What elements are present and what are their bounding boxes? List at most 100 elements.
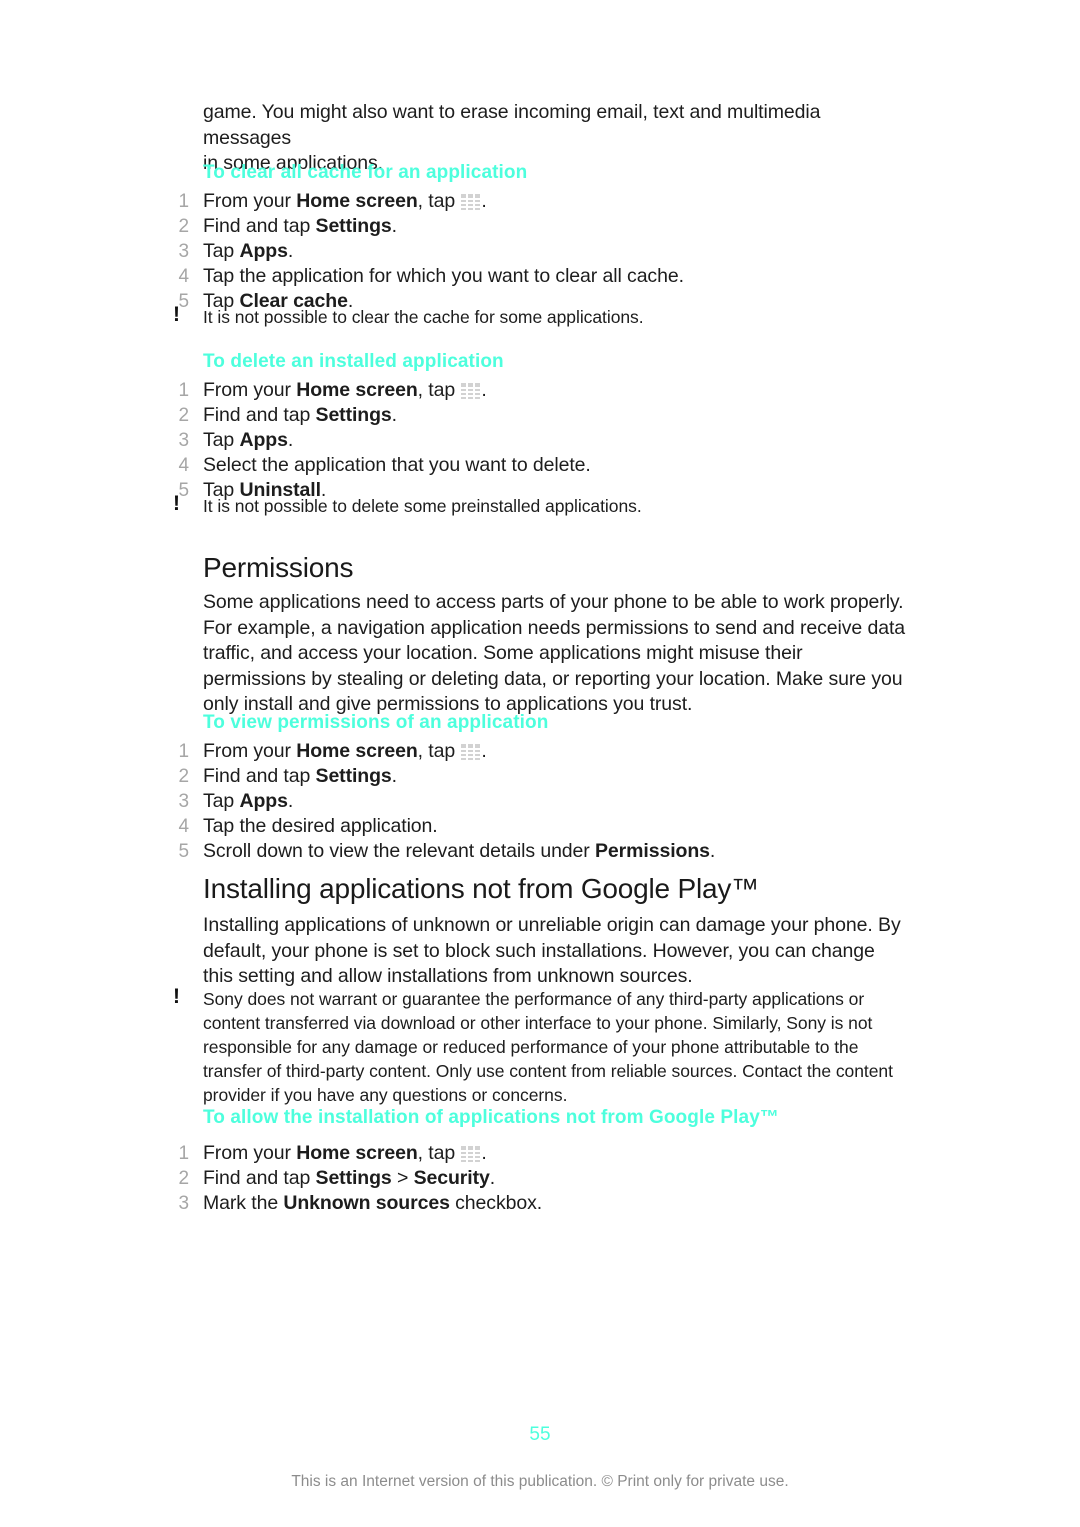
- step-number: 3: [178, 1193, 190, 1214]
- step-number: 1: [178, 1143, 190, 1164]
- step-item: 3 Tap Apps.: [170, 239, 910, 264]
- step-text: Select the application that you want to …: [203, 454, 591, 476]
- step-number: 3: [178, 430, 190, 451]
- step-text-mid: , tap: [417, 190, 461, 212]
- step-text: Tap the application for which you want t…: [203, 265, 684, 287]
- step-text: From your: [203, 740, 297, 762]
- intro-line-1: game. You might also want to erase incom…: [203, 101, 821, 149]
- step-bold: Home screen: [296, 1142, 418, 1164]
- section-title-installing-apps: Installing applications not from Google …: [203, 873, 759, 904]
- step-text: Find and tap: [203, 1167, 316, 1189]
- step-item: 1 From your Home screen, tap .: [170, 739, 910, 764]
- step-number: 2: [178, 766, 190, 787]
- app-drawer-icon: [461, 744, 481, 760]
- permissions-body: Some applications need to access parts o…: [203, 591, 906, 715]
- step-item: 2 Find and tap Settings.: [170, 764, 910, 789]
- step-text: Tap: [203, 240, 240, 262]
- step-bold: Home screen: [296, 740, 418, 762]
- app-drawer-icon: [461, 383, 481, 399]
- installing-body: Installing applications of unknown or un…: [203, 914, 901, 987]
- step-item: 2 Find and tap Settings.: [170, 214, 910, 239]
- step-bold: Apps: [239, 429, 288, 451]
- heading-delete-installed-application: To delete an installed application: [203, 351, 504, 372]
- step-number: 5: [178, 841, 190, 862]
- step-text-post: .: [287, 790, 294, 812]
- footer-notice: This is an Internet version of this publ…: [291, 1473, 789, 1490]
- step-item: 2 Find and tap Settings > Security.: [170, 1166, 910, 1191]
- step-text-mid: >: [391, 1167, 414, 1189]
- step-text-post: .: [536, 1192, 543, 1214]
- step-number: 1: [178, 380, 190, 401]
- step-bold: Home screen: [296, 190, 418, 212]
- section-title-permissions: Permissions: [203, 552, 354, 583]
- step-number: 1: [178, 741, 190, 762]
- step-text: Scroll down to view the relevant details…: [203, 840, 596, 862]
- step-text-post: .: [287, 429, 294, 451]
- step-number: 3: [178, 241, 190, 262]
- step-text-post: .: [481, 740, 487, 762]
- step-number: 1: [178, 191, 190, 212]
- step-text-post: .: [709, 840, 716, 862]
- step-bold: Settings: [315, 765, 392, 787]
- step-text: From your: [203, 1142, 297, 1164]
- step-bold: Settings: [315, 1167, 392, 1189]
- step-item: 5 Scroll down to view the relevant detail…: [170, 839, 910, 864]
- steps-clear-all-cache: 1 From your Home screen, tap . 2 Find and …: [170, 189, 910, 314]
- step-item: 2 Find and tap Settings.: [170, 403, 910, 428]
- step-text: Tap: [203, 790, 240, 812]
- step-text-mid: checkbox: [449, 1192, 537, 1214]
- step-bold: Apps: [239, 790, 288, 812]
- note-text: It is not possible to delete some preins…: [203, 496, 642, 516]
- exclamation-icon: !: [173, 985, 180, 1008]
- step-text: Tap: [203, 429, 240, 451]
- step-item: 1 From your Home screen, tap .: [170, 378, 910, 403]
- step-item: 1 From your Home screen, tap .: [170, 189, 910, 214]
- note-delete-preinstalled: ! It is not possible to delete some prein…: [170, 492, 943, 518]
- heading-view-permissions: To view permissions of an application: [203, 712, 549, 733]
- steps-delete-installed-application: 1 From your Home screen, tap . 2 Find and …: [170, 378, 910, 503]
- steps-view-permissions: 1 From your Home screen, tap . 2 Find and …: [170, 739, 910, 864]
- steps-allow-installation: 1 From your Home screen, tap . 2 Find and …: [170, 1141, 910, 1216]
- app-drawer-icon: [461, 194, 481, 210]
- step-text-post: .: [287, 240, 294, 262]
- step-text-post: .: [481, 379, 487, 401]
- step-bold: Unknown sources: [283, 1192, 450, 1214]
- step-bold: Permissions: [595, 840, 710, 862]
- note-sony-disclaimer: ! Sony does not warrant or guarantee the …: [170, 985, 921, 1107]
- step-number: 2: [178, 216, 190, 237]
- step-number: 4: [178, 455, 190, 476]
- step-item: 1 From your Home screen, tap .: [170, 1141, 910, 1166]
- step-text-mid: , tap: [417, 740, 461, 762]
- step-text: From your: [203, 190, 297, 212]
- step-bold: Apps: [239, 240, 288, 262]
- step-text: From your: [203, 379, 297, 401]
- step-number: 3: [178, 791, 190, 812]
- step-bold: Settings: [315, 404, 392, 426]
- step-text: Tap the desired application.: [203, 815, 438, 837]
- step-text-post: .: [391, 765, 397, 787]
- note-clear-cache: ! It is not possible to clear the cache f…: [170, 303, 943, 329]
- step-number: 4: [178, 266, 190, 287]
- step-item: 4 Tap the application for which you want …: [170, 264, 910, 289]
- step-item: 3 Tap Apps.: [170, 789, 910, 814]
- exclamation-icon: !: [173, 303, 180, 326]
- step-text-post: .: [391, 215, 397, 237]
- heading-allow-installation: To allow the installation of application…: [203, 1107, 779, 1128]
- app-drawer-icon: [461, 1146, 481, 1162]
- heading-clear-all-cache: To clear all cache for an application: [203, 162, 528, 183]
- step-text: Find and tap: [203, 765, 316, 787]
- step-number: 4: [178, 816, 190, 837]
- exclamation-icon: !: [173, 492, 180, 515]
- step-text-mid: , tap: [417, 1142, 461, 1164]
- step-text-post: .: [481, 190, 487, 212]
- step-item: 3 Tap Apps.: [170, 428, 910, 453]
- step-number: 2: [178, 1168, 190, 1189]
- step-text-mid: , tap: [417, 379, 461, 401]
- note-text: It is not possible to clear the cache fo…: [203, 307, 644, 327]
- page-number: 55: [529, 1424, 551, 1445]
- step-number: 2: [178, 405, 190, 426]
- note-text: Sony does not warrant or guarantee the p…: [203, 989, 893, 1105]
- document-page: game. You might also want to erase incom…: [0, 0, 1080, 1527]
- step-bold: Settings: [315, 215, 392, 237]
- step-bold-2: Security: [413, 1167, 490, 1189]
